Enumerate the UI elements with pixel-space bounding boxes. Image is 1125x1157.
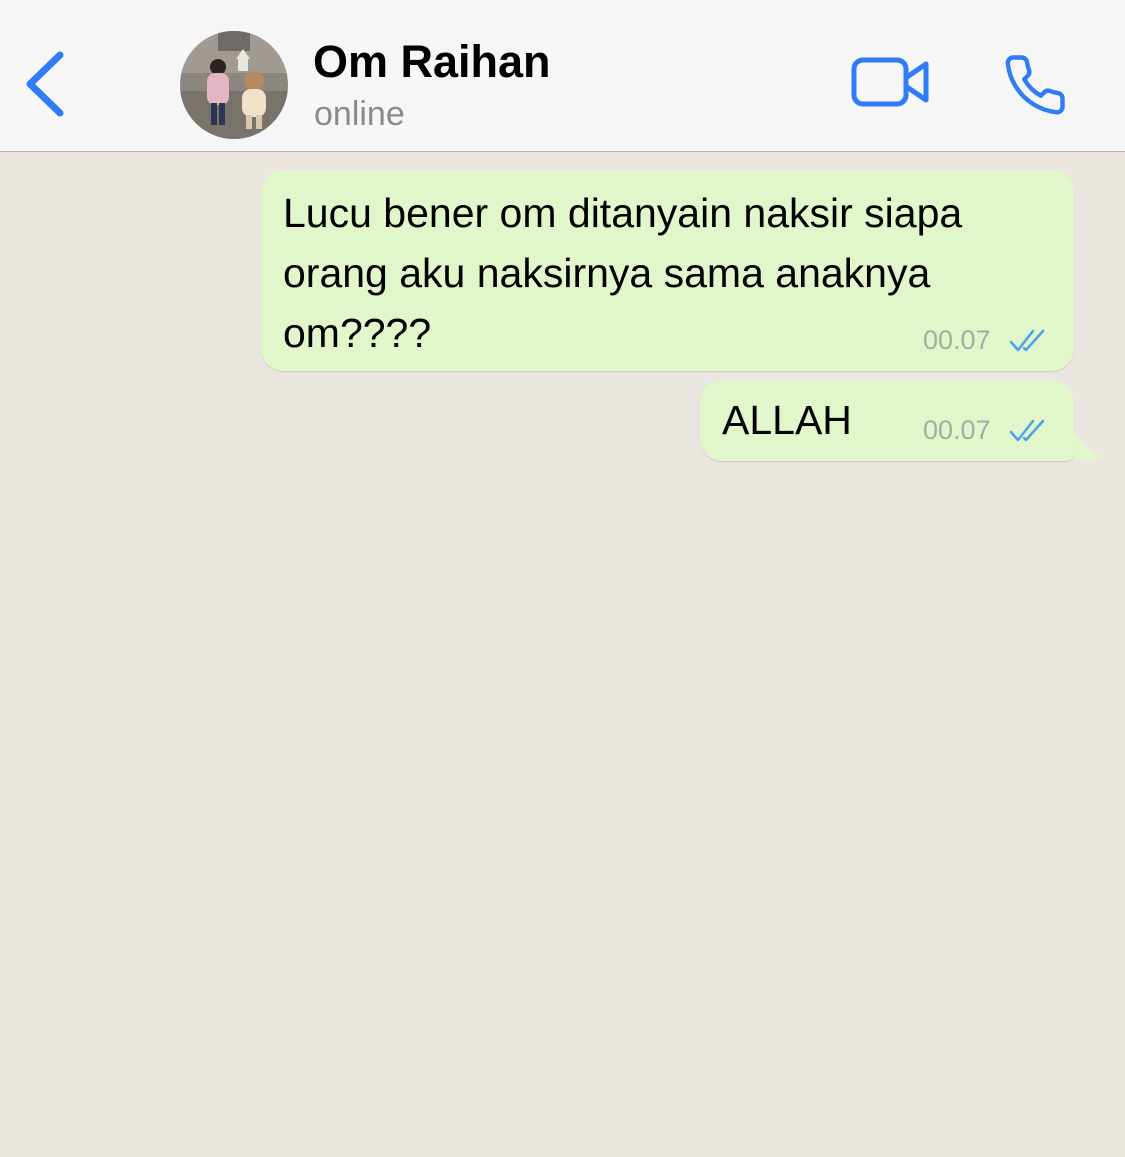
contact-status: online — [314, 95, 405, 133]
chevron-left-icon — [26, 51, 64, 117]
video-call-button[interactable] — [850, 52, 932, 112]
contact-photo — [180, 31, 288, 139]
double-check-icon — [1009, 419, 1045, 442]
message-text: ALLAH — [722, 397, 852, 443]
back-button[interactable] — [18, 44, 74, 124]
double-check-icon — [1009, 329, 1045, 352]
message-bubble-outgoing[interactable]: ALLAH 00.07 — [700, 380, 1074, 461]
contact-name[interactable]: Om Raihan — [313, 36, 551, 88]
message-bubble-outgoing[interactable]: Lucu bener om ditanyain naksir siapa ora… — [261, 170, 1074, 371]
avatar[interactable] — [180, 31, 288, 139]
phone-icon — [1005, 55, 1065, 115]
voice-call-button[interactable] — [1000, 52, 1070, 118]
chat-header: Om Raihan online — [0, 0, 1125, 152]
video-camera-icon — [851, 57, 929, 107]
message-time: 00.07 — [923, 415, 991, 445]
message-time: 00.07 — [923, 325, 991, 355]
